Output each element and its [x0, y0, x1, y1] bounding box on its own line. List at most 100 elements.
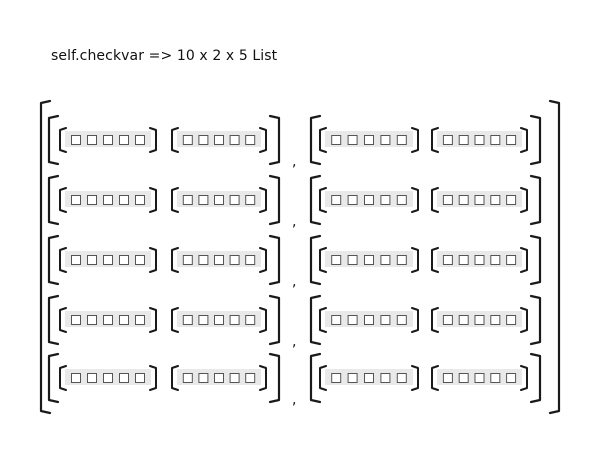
row-2-4-left-bracket: [309, 294, 322, 346]
separator-comma: ,: [292, 392, 296, 408]
empty-square-icon: [103, 135, 113, 145]
empty-square-icon: [396, 315, 407, 325]
row-1-2-right-bracket: [268, 174, 281, 226]
empty-square-icon: [442, 373, 453, 383]
empty-square-icon: [135, 373, 145, 383]
empty-square-icon: [347, 135, 358, 145]
empty-square-icon: [214, 135, 224, 145]
empty-square-icon: [458, 373, 469, 383]
empty-square-icon: [198, 373, 209, 383]
empty-square-icon: [229, 373, 240, 383]
empty-square-icon: [229, 315, 240, 325]
empty-square-icon: [490, 315, 501, 325]
empty-square-icon: [442, 315, 453, 325]
empty-square-icon: [458, 195, 469, 205]
row-1-3-right-bracket: [268, 234, 281, 286]
empty-square-icon: [214, 315, 224, 325]
empty-square-icon: [364, 135, 374, 145]
row-2-1-left-bracket: [309, 114, 322, 166]
empty-square-icon: [347, 315, 358, 325]
empty-square-icon: [103, 195, 113, 205]
empty-square-icon: [331, 195, 342, 205]
empty-square-icon: [331, 135, 342, 145]
row-1-3-left-bracket: [47, 234, 60, 286]
empty-square-icon: [135, 135, 145, 145]
empty-square-icon: [119, 373, 129, 383]
empty-square-icon: [87, 255, 97, 265]
empty-square-icon: [364, 195, 374, 205]
empty-square-icon: [214, 255, 224, 265]
empty-square-icon: [380, 195, 391, 205]
empty-square-icon: [331, 373, 342, 383]
row-1-5-right-bracket: [268, 352, 281, 404]
empty-square-icon: [229, 135, 240, 145]
empty-square-icon: [442, 255, 453, 265]
empty-square-icon: [245, 255, 256, 265]
row-1-5-left-bracket: [47, 352, 60, 404]
row-2-4-right-bracket: [529, 294, 542, 346]
empty-square-icon: [87, 373, 97, 383]
nested-list-diagram: ,,,,,: [39, 99, 561, 415]
empty-square-icon: [135, 315, 145, 325]
empty-square-icon: [380, 373, 391, 383]
empty-square-icon: [103, 315, 113, 325]
empty-square-icon: [182, 135, 193, 145]
empty-square-icon: [474, 373, 485, 383]
empty-square-icon: [506, 255, 517, 265]
row-1-1-left-bracket: [47, 114, 60, 166]
empty-square-icon: [396, 255, 407, 265]
empty-square-icon: [119, 135, 129, 145]
empty-square-icon: [182, 255, 193, 265]
empty-square-icon: [458, 135, 469, 145]
empty-square-icon: [474, 195, 485, 205]
empty-square-icon: [71, 135, 81, 145]
row-1-2-left-bracket: [47, 174, 60, 226]
empty-square-icon: [364, 255, 374, 265]
empty-square-icon: [229, 195, 240, 205]
empty-square-icon: [198, 315, 209, 325]
row-2-1-right-bracket: [529, 114, 542, 166]
empty-square-icon: [71, 255, 81, 265]
empty-square-icon: [506, 195, 517, 205]
empty-square-icon: [229, 255, 240, 265]
separator-comma: ,: [292, 214, 296, 230]
empty-square-icon: [458, 255, 469, 265]
empty-square-icon: [396, 373, 407, 383]
row-2-2-right-bracket: [529, 174, 542, 226]
empty-square-icon: [71, 373, 81, 383]
row-2-3-left-bracket: [309, 234, 322, 286]
row-2-5-left-bracket: [309, 352, 322, 404]
empty-square-icon: [214, 373, 224, 383]
empty-square-icon: [380, 255, 391, 265]
empty-square-icon: [71, 315, 81, 325]
empty-square-icon: [474, 255, 485, 265]
empty-square-icon: [119, 255, 129, 265]
empty-square-icon: [198, 135, 209, 145]
empty-square-icon: [490, 135, 501, 145]
row-2-3-right-bracket: [529, 234, 542, 286]
empty-square-icon: [71, 195, 81, 205]
empty-square-icon: [119, 195, 129, 205]
empty-square-icon: [474, 135, 485, 145]
empty-square-icon: [364, 373, 374, 383]
row-2-5-right-bracket: [529, 352, 542, 404]
empty-square-icon: [490, 195, 501, 205]
empty-square-icon: [182, 373, 193, 383]
empty-square-icon: [103, 255, 113, 265]
row-1-4-left-bracket: [47, 294, 60, 346]
empty-square-icon: [490, 373, 501, 383]
empty-square-icon: [214, 195, 224, 205]
empty-square-icon: [182, 315, 193, 325]
empty-square-icon: [442, 135, 453, 145]
empty-square-icon: [87, 135, 97, 145]
empty-square-icon: [135, 255, 145, 265]
empty-square-icon: [506, 373, 517, 383]
empty-square-icon: [331, 315, 342, 325]
empty-square-icon: [87, 315, 97, 325]
empty-square-icon: [506, 135, 517, 145]
empty-square-icon: [182, 195, 193, 205]
empty-square-icon: [103, 373, 113, 383]
empty-square-icon: [245, 135, 256, 145]
empty-square-icon: [442, 195, 453, 205]
empty-square-icon: [396, 195, 407, 205]
